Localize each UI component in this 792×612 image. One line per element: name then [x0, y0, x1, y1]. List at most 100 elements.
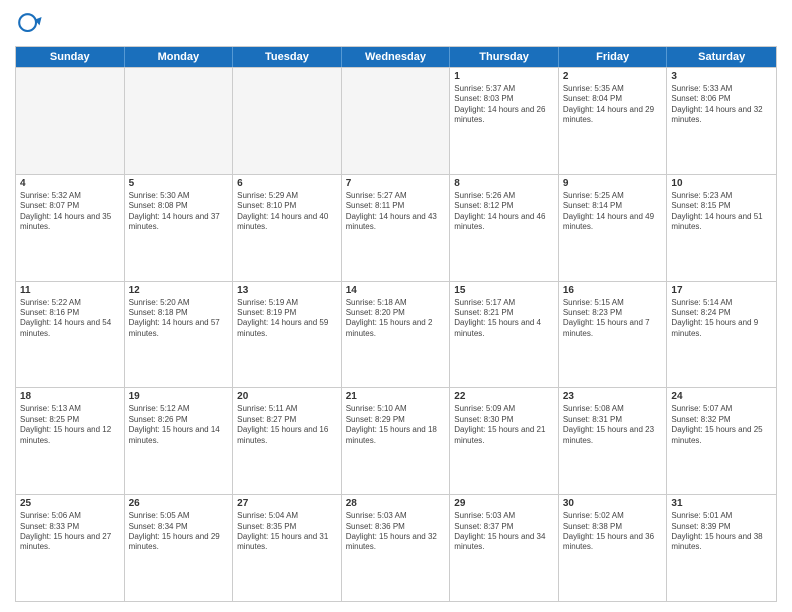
table-row	[342, 68, 451, 174]
table-row: 5 Sunrise: 5:30 AMSunset: 8:08 PMDaylight…	[125, 175, 234, 281]
table-row: 15 Sunrise: 5:17 AMSunset: 8:21 PMDayligh…	[450, 282, 559, 388]
cell-info: Sunrise: 5:14 AMSunset: 8:24 PMDaylight:…	[671, 298, 772, 340]
day-number: 7	[346, 178, 446, 189]
table-row: 1Sunrise: 5:37 AMSunset: 8:03 PMDaylight…	[450, 68, 559, 174]
table-row: 22 Sunrise: 5:09 AMSunset: 8:30 PMDayligh…	[450, 388, 559, 494]
day-number: 11	[20, 285, 120, 296]
cell-info: Sunrise: 5:09 AMSunset: 8:30 PMDaylight:…	[454, 404, 554, 446]
table-row: 9 Sunrise: 5:25 AMSunset: 8:14 PMDaylight…	[559, 175, 668, 281]
day-number: 28	[346, 498, 446, 509]
day-number: 22	[454, 391, 554, 402]
cell-info: Sunrise: 5:10 AMSunset: 8:29 PMDaylight:…	[346, 404, 446, 446]
cell-info: Sunrise: 5:04 AMSunset: 8:35 PMDaylight:…	[237, 511, 337, 553]
table-row: 13 Sunrise: 5:19 AMSunset: 8:19 PMDayligh…	[233, 282, 342, 388]
day-number: 12	[129, 285, 229, 296]
day-number: 2	[563, 71, 663, 82]
day-number: 8	[454, 178, 554, 189]
day-number: 31	[671, 498, 772, 509]
day-number: 5	[129, 178, 229, 189]
cell-info: Sunrise: 5:37 AMSunset: 8:03 PMDaylight:…	[454, 84, 554, 126]
table-row: 25Sunrise: 5:06 AMSunset: 8:33 PMDayligh…	[16, 495, 125, 601]
day-number: 9	[563, 178, 663, 189]
day-number: 13	[237, 285, 337, 296]
table-row: 17 Sunrise: 5:14 AMSunset: 8:24 PMDayligh…	[667, 282, 776, 388]
day-number: 25	[20, 498, 120, 509]
day-number: 17	[671, 285, 772, 296]
day-number: 23	[563, 391, 663, 402]
header-day-sunday: Sunday	[16, 47, 125, 67]
table-row	[16, 68, 125, 174]
table-row: 6Sunrise: 5:29 AMSunset: 8:10 PMDaylight…	[233, 175, 342, 281]
header	[15, 10, 777, 38]
cell-info: Sunrise: 5:01 AMSunset: 8:39 PMDaylight:…	[671, 511, 772, 553]
day-number: 15	[454, 285, 554, 296]
cell-info: Sunrise: 5:26 AMSunset: 8:12 PMDaylight:…	[454, 191, 554, 233]
day-number: 6	[237, 178, 337, 189]
page: SundayMondayTuesdayWednesdayThursdayFrid…	[0, 0, 792, 612]
cell-info: Sunrise: 5:13 AMSunset: 8:25 PMDaylight:…	[20, 404, 120, 446]
calendar-row-0: 1Sunrise: 5:37 AMSunset: 8:03 PMDaylight…	[16, 67, 776, 174]
day-number: 29	[454, 498, 554, 509]
cell-info: Sunrise: 5:33 AMSunset: 8:06 PMDaylight:…	[671, 84, 772, 126]
cell-info: Sunrise: 5:11 AMSunset: 8:27 PMDaylight:…	[237, 404, 337, 446]
day-number: 20	[237, 391, 337, 402]
logo	[15, 10, 47, 38]
calendar-row-1: 4 Sunrise: 5:32 AMSunset: 8:07 PMDaylight…	[16, 174, 776, 281]
cell-info: Sunrise: 5:18 AMSunset: 8:20 PMDaylight:…	[346, 298, 446, 340]
day-number: 26	[129, 498, 229, 509]
calendar: SundayMondayTuesdayWednesdayThursdayFrid…	[15, 46, 777, 602]
table-row: 29 Sunrise: 5:03 AMSunset: 8:37 PMDayligh…	[450, 495, 559, 601]
cell-info: Sunrise: 5:03 AMSunset: 8:37 PMDaylight:…	[454, 511, 554, 553]
day-number: 19	[129, 391, 229, 402]
calendar-row-4: 25Sunrise: 5:06 AMSunset: 8:33 PMDayligh…	[16, 494, 776, 601]
cell-info: Sunrise: 5:35 AMSunset: 8:04 PMDaylight:…	[563, 84, 663, 126]
header-day-friday: Friday	[559, 47, 668, 67]
header-day-thursday: Thursday	[450, 47, 559, 67]
table-row: 11 Sunrise: 5:22 AMSunset: 8:16 PMDayligh…	[16, 282, 125, 388]
table-row: 20 Sunrise: 5:11 AMSunset: 8:27 PMDayligh…	[233, 388, 342, 494]
table-row: 10Sunrise: 5:23 AMSunset: 8:15 PMDayligh…	[667, 175, 776, 281]
calendar-header: SundayMondayTuesdayWednesdayThursdayFrid…	[16, 47, 776, 67]
table-row: 28 Sunrise: 5:03 AMSunset: 8:36 PMDayligh…	[342, 495, 451, 601]
table-row: 4 Sunrise: 5:32 AMSunset: 8:07 PMDaylight…	[16, 175, 125, 281]
cell-info: Sunrise: 5:02 AMSunset: 8:38 PMDaylight:…	[563, 511, 663, 553]
header-day-monday: Monday	[125, 47, 234, 67]
day-number: 16	[563, 285, 663, 296]
header-day-wednesday: Wednesday	[342, 47, 451, 67]
day-number: 21	[346, 391, 446, 402]
cell-info: Sunrise: 5:25 AMSunset: 8:14 PMDaylight:…	[563, 191, 663, 233]
header-day-saturday: Saturday	[667, 47, 776, 67]
table-row: 3Sunrise: 5:33 AMSunset: 8:06 PMDaylight…	[667, 68, 776, 174]
day-number: 14	[346, 285, 446, 296]
cell-info: Sunrise: 5:17 AMSunset: 8:21 PMDaylight:…	[454, 298, 554, 340]
cell-info: Sunrise: 5:27 AMSunset: 8:11 PMDaylight:…	[346, 191, 446, 233]
cell-info: Sunrise: 5:03 AMSunset: 8:36 PMDaylight:…	[346, 511, 446, 553]
cell-info: Sunrise: 5:20 AMSunset: 8:18 PMDaylight:…	[129, 298, 229, 340]
table-row: 16Sunrise: 5:15 AMSunset: 8:23 PMDayligh…	[559, 282, 668, 388]
table-row: 14 Sunrise: 5:18 AMSunset: 8:20 PMDayligh…	[342, 282, 451, 388]
table-row	[233, 68, 342, 174]
table-row: 19 Sunrise: 5:12 AMSunset: 8:26 PMDayligh…	[125, 388, 234, 494]
cell-info: Sunrise: 5:22 AMSunset: 8:16 PMDaylight:…	[20, 298, 120, 340]
table-row: 8 Sunrise: 5:26 AMSunset: 8:12 PMDaylight…	[450, 175, 559, 281]
calendar-body: 1Sunrise: 5:37 AMSunset: 8:03 PMDaylight…	[16, 67, 776, 601]
logo-icon	[15, 10, 43, 38]
cell-info: Sunrise: 5:30 AMSunset: 8:08 PMDaylight:…	[129, 191, 229, 233]
cell-info: Sunrise: 5:08 AMSunset: 8:31 PMDaylight:…	[563, 404, 663, 446]
cell-info: Sunrise: 5:07 AMSunset: 8:32 PMDaylight:…	[671, 404, 772, 446]
table-row: 21 Sunrise: 5:10 AMSunset: 8:29 PMDayligh…	[342, 388, 451, 494]
cell-info: Sunrise: 5:32 AMSunset: 8:07 PMDaylight:…	[20, 191, 120, 233]
day-number: 4	[20, 178, 120, 189]
cell-info: Sunrise: 5:05 AMSunset: 8:34 PMDaylight:…	[129, 511, 229, 553]
cell-info: Sunrise: 5:23 AMSunset: 8:15 PMDaylight:…	[671, 191, 772, 233]
day-number: 18	[20, 391, 120, 402]
calendar-row-3: 18 Sunrise: 5:13 AMSunset: 8:25 PMDayligh…	[16, 387, 776, 494]
table-row: 12 Sunrise: 5:20 AMSunset: 8:18 PMDayligh…	[125, 282, 234, 388]
table-row: 18 Sunrise: 5:13 AMSunset: 8:25 PMDayligh…	[16, 388, 125, 494]
table-row: 7 Sunrise: 5:27 AMSunset: 8:11 PMDaylight…	[342, 175, 451, 281]
table-row	[125, 68, 234, 174]
cell-info: Sunrise: 5:19 AMSunset: 8:19 PMDaylight:…	[237, 298, 337, 340]
cell-info: Sunrise: 5:12 AMSunset: 8:26 PMDaylight:…	[129, 404, 229, 446]
table-row: 26 Sunrise: 5:05 AMSunset: 8:34 PMDayligh…	[125, 495, 234, 601]
day-number: 30	[563, 498, 663, 509]
